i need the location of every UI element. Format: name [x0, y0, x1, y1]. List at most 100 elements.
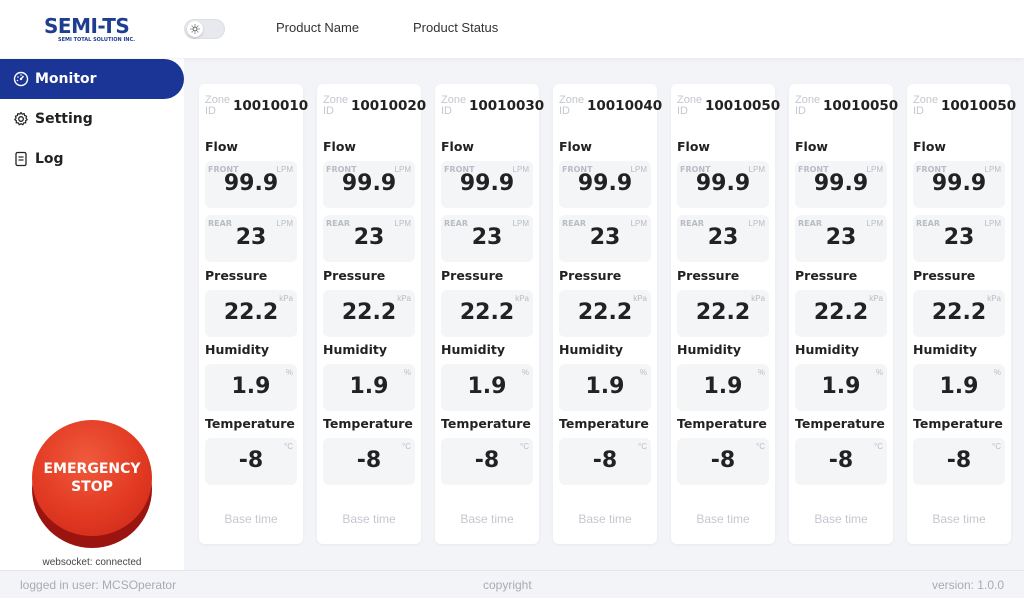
zone-id-label: Zone ID — [559, 94, 585, 117]
pressure-value: 22.2 — [459, 300, 515, 325]
zone-id-label: Zone ID — [205, 94, 231, 117]
zone-card[interactable]: Zone ID 10010010 Flow Pressure Humidity Tempe… — [199, 84, 308, 544]
temperature-box: °C -8 — [323, 438, 415, 485]
humidity-title: Humidity — [795, 342, 860, 357]
company-logo[interactable]: SEMI-TS SEMI TOTAL SOLUTION INC. — [44, 14, 144, 44]
pressure-title: Pressure — [677, 268, 740, 283]
pressure-box: kPa 22.2 — [913, 290, 1005, 337]
version-text: version: 1.0.0 — [931, 578, 1004, 592]
humidity-value: 1.9 — [703, 374, 743, 399]
emergency-stop-face: EMERGENCY STOP — [32, 420, 152, 536]
pressure-title: Pressure — [205, 268, 268, 283]
temperature-title: Temperature — [441, 416, 531, 431]
zone-id-value: 10010040 — [587, 98, 663, 114]
theme-toggle[interactable] — [184, 19, 225, 39]
zone-card[interactable]: Zone ID 10010030 Flow Pressure Humidity Tempe… — [435, 84, 544, 544]
zone-card[interactable]: Zone ID 10010050 Flow Pressure Humidity Tempe… — [671, 84, 780, 544]
temperature-title: Temperature — [795, 416, 885, 431]
logo-text: SEMI-TS — [44, 14, 130, 38]
zone-id-value: 10010050 — [941, 98, 1017, 114]
zone-card[interactable]: Zone ID 10010020 Flow Pressure Humidity Tempe… — [317, 84, 426, 544]
flow-front-box: FRONT LPM 99.9 — [795, 161, 887, 208]
humidity-box: % 1.9 — [913, 364, 1005, 411]
base-time: Base time — [696, 512, 750, 526]
nav-product-status[interactable]: Product Status — [413, 20, 498, 35]
pressure-title: Pressure — [441, 268, 504, 283]
zone-card[interactable]: Zone ID 10010050 Flow Pressure Humidity Tempe… — [907, 84, 1016, 544]
zone-id-label: Zone ID — [441, 94, 467, 117]
humidity-value: 1.9 — [467, 374, 507, 399]
temperature-value: -8 — [828, 448, 854, 473]
pressure-value: 22.2 — [577, 300, 633, 325]
temperature-box: °C -8 — [677, 438, 769, 485]
pressure-box: kPa 22.2 — [323, 290, 415, 337]
zone-id-value: 10010050 — [705, 98, 781, 114]
pressure-title: Pressure — [913, 268, 976, 283]
sidebar-item-setting[interactable]: Setting — [0, 99, 184, 139]
humidity-value: 1.9 — [939, 374, 979, 399]
zone-id-label: Zone ID — [677, 94, 703, 117]
humidity-value: 1.9 — [231, 374, 271, 399]
emergency-stop-button[interactable]: EMERGENCY STOP — [32, 420, 152, 548]
pressure-value: 22.2 — [931, 300, 987, 325]
temperature-value: -8 — [474, 448, 500, 473]
pressure-title: Pressure — [795, 268, 858, 283]
pressure-box: kPa 22.2 — [795, 290, 887, 337]
sidebar-item-monitor[interactable]: Monitor — [0, 59, 184, 99]
sidebar: Monitor Setting Log EMERGENCY STOP webso… — [0, 58, 184, 570]
pressure-value: 22.2 — [341, 300, 397, 325]
pressure-value: 22.2 — [813, 300, 869, 325]
humidity-title: Humidity — [441, 342, 506, 357]
humidity-value: 1.9 — [585, 374, 625, 399]
flow-title: Flow — [913, 139, 946, 154]
gear-icon — [13, 111, 29, 127]
flow-title: Flow — [795, 139, 828, 154]
flow-rear-box: REAR LPM 23 — [677, 215, 769, 262]
humidity-box: % 1.9 — [441, 364, 533, 411]
base-time: Base time — [932, 512, 986, 526]
logged-in-user: logged in user: MCSOperator — [20, 578, 177, 592]
temperature-box: °C -8 — [559, 438, 651, 485]
nav-product-name[interactable]: Product Name — [276, 20, 359, 35]
sidebar-item-log[interactable]: Log — [0, 139, 184, 179]
pressure-title: Pressure — [323, 268, 386, 283]
humidity-title: Humidity — [323, 342, 388, 357]
temperature-title: Temperature — [559, 416, 649, 431]
zone-id-value: 10010010 — [233, 98, 309, 114]
flow-rear-value: 23 — [825, 225, 857, 250]
humidity-box: % 1.9 — [205, 364, 297, 411]
base-time: Base time — [224, 512, 278, 526]
websocket-status: websocket: connected — [42, 557, 142, 568]
temperature-box: °C -8 — [205, 438, 297, 485]
app-footer: logged in user: MCSOperator copyright ve… — [0, 570, 1024, 598]
flow-title: Flow — [559, 139, 592, 154]
flow-rear-value: 23 — [471, 225, 503, 250]
flow-front-box: FRONT LPM 99.9 — [205, 161, 297, 208]
flow-front-value: 99.9 — [459, 171, 515, 196]
flow-rear-value: 23 — [707, 225, 739, 250]
flow-front-value: 99.9 — [577, 171, 633, 196]
base-time: Base time — [578, 512, 632, 526]
copyright-text: copyright — [483, 578, 532, 592]
humidity-box: % 1.9 — [323, 364, 415, 411]
emergency-stop-label-line1: EMERGENCY — [43, 461, 141, 477]
pressure-value: 22.2 — [223, 300, 279, 325]
flow-rear-box: REAR LPM 23 — [795, 215, 887, 262]
pressure-title: Pressure — [559, 268, 622, 283]
humidity-title: Humidity — [205, 342, 270, 357]
flow-front-box: FRONT LPM 99.9 — [441, 161, 533, 208]
temperature-value: -8 — [946, 448, 972, 473]
zone-card[interactable]: Zone ID 10010040 Flow Pressure Humidity Tempe… — [553, 84, 662, 544]
humidity-box: % 1.9 — [795, 364, 887, 411]
temperature-box: °C -8 — [795, 438, 887, 485]
zone-id-value: 10010030 — [469, 98, 545, 114]
temperature-value: -8 — [710, 448, 736, 473]
pressure-box: kPa 22.2 — [677, 290, 769, 337]
flow-rear-value: 23 — [235, 225, 267, 250]
base-time: Base time — [342, 512, 396, 526]
sidebar-item-label: Monitor — [35, 71, 97, 87]
humidity-value: 1.9 — [349, 374, 389, 399]
flow-rear-value: 23 — [353, 225, 385, 250]
flow-title: Flow — [441, 139, 474, 154]
zone-card[interactable]: Zone ID 10010050 Flow Pressure Humidity Tempe… — [789, 84, 898, 544]
